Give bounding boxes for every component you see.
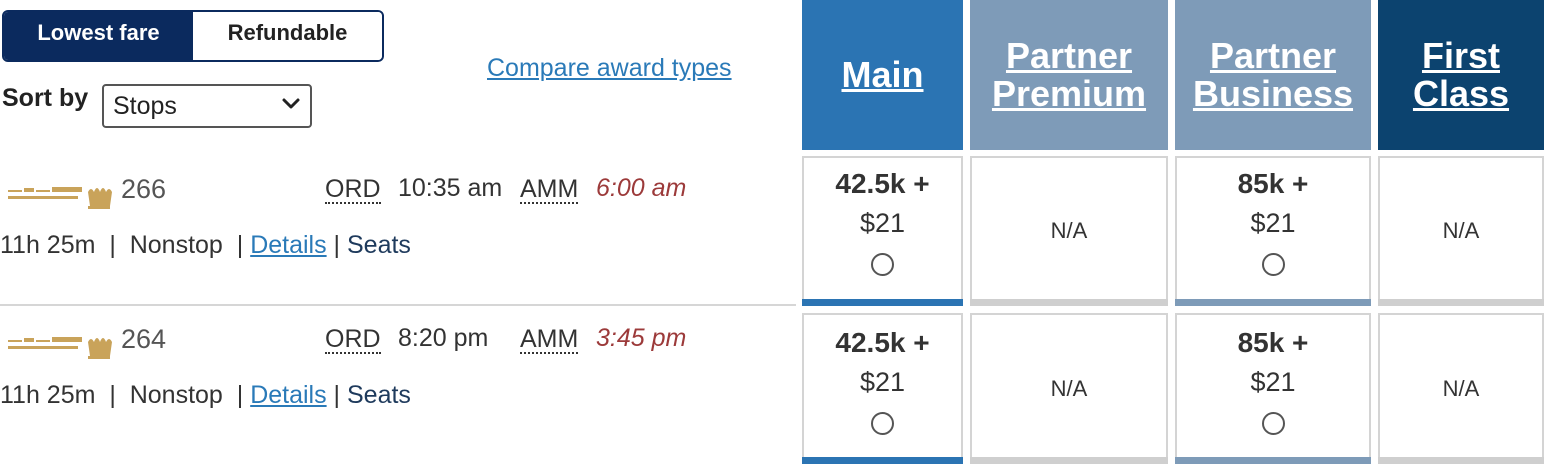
royal-jordanian-logo (8, 337, 112, 359)
fare-miles: 85k + (1237, 327, 1309, 358)
column-header-label-line2: Premium (991, 73, 1147, 114)
details-link[interactable]: Details (250, 381, 326, 409)
departure-time: 10:35 am (398, 174, 503, 202)
fare-cell-main[interactable]: 42.5k + $21 (802, 156, 963, 306)
fare-radio-button[interactable] (1261, 253, 1285, 276)
fare-tax: $21 (859, 208, 906, 238)
fare-tax: $21 (1250, 367, 1296, 397)
column-header-partner-business[interactable]: Partner Business (1175, 0, 1371, 150)
details-link[interactable]: Details (250, 231, 326, 259)
flight-number: 266 (121, 174, 167, 204)
compare-award-types-link[interactable]: Compare award types (487, 54, 732, 83)
flight-duration: 11h 25m (0, 231, 96, 259)
seats-link[interactable]: Seats (347, 231, 411, 259)
column-header-label-line2: Business (1192, 73, 1354, 114)
flight-stops: Nonstop (129, 231, 223, 259)
destination-airport[interactable]: AMM (520, 176, 579, 204)
fare-cell-accent-bar (802, 457, 963, 464)
lowest-fare-option[interactable]: Lowest fare (4, 12, 193, 60)
row-divider (0, 304, 796, 306)
fare-cell-accent-bar (1378, 299, 1544, 306)
fare-cell-accent-bar (970, 457, 1168, 464)
fare-cell-partner-premium: N/A (970, 313, 1168, 464)
fare-cell-first-class: N/A (1378, 156, 1544, 306)
sort-by-label: Sort by (2, 84, 89, 112)
column-header-first-class[interactable]: First Class (1378, 0, 1544, 150)
flight-info-line: 11h 25m | Nonstop | Details | Seats (0, 231, 411, 259)
fare-radio-button[interactable] (1261, 412, 1285, 435)
royal-jordanian-logo (8, 187, 112, 209)
column-header-label-line1: Partner (1209, 35, 1337, 76)
destination-airport[interactable]: AMM (520, 326, 579, 354)
fare-radio-button[interactable] (871, 253, 894, 276)
fare-miles: 42.5k + (835, 168, 930, 199)
fare-cell-accent-bar (970, 299, 1168, 306)
arrival-time: 3:45 pm (596, 324, 687, 352)
seats-link[interactable]: Seats (347, 381, 411, 409)
fare-tax: $21 (1250, 208, 1296, 238)
departure-time: 8:20 pm (398, 324, 489, 352)
sort-select[interactable]: Stops (102, 84, 312, 128)
origin-airport[interactable]: ORD (325, 326, 381, 354)
chevron-down-icon (282, 98, 300, 109)
fare-unavailable: N/A (1442, 375, 1480, 401)
column-header-label-line1: First (1421, 35, 1500, 76)
column-header-partner-premium[interactable]: Partner Premium (970, 0, 1168, 150)
fare-cell-main[interactable]: 42.5k + $21 (802, 313, 963, 464)
fare-miles: 42.5k + (835, 327, 930, 358)
fare-cell-first-class: N/A (1378, 313, 1544, 464)
column-header-main[interactable]: Main (802, 0, 963, 150)
column-header-label-line2: Class (1412, 73, 1510, 114)
flight-number: 264 (121, 324, 167, 354)
fare-radio-button[interactable] (871, 412, 894, 435)
fare-cell-accent-bar (802, 299, 963, 306)
origin-airport[interactable]: ORD (325, 176, 381, 204)
fare-type-toggle: Lowest fare Refundable (2, 10, 384, 62)
fare-cell-partner-business[interactable]: 85k + $21 (1175, 313, 1371, 464)
refundable-option[interactable]: Refundable (193, 12, 382, 60)
column-header-main-label: Main (841, 54, 924, 95)
fare-cell-partner-premium: N/A (970, 156, 1168, 306)
column-header-label-line1: Partner (1005, 35, 1133, 76)
fare-miles: 85k + (1237, 168, 1309, 199)
fare-unavailable: N/A (1050, 218, 1088, 243)
sort-select-value: Stops (113, 91, 177, 120)
fare-cell-accent-bar (1175, 299, 1371, 306)
flight-info-line: 11h 25m | Nonstop | Details | Seats (0, 381, 411, 409)
flight-stops: Nonstop (129, 381, 223, 409)
arrival-time: 6:00 am (596, 174, 687, 202)
fare-cell-partner-business[interactable]: 85k + $21 (1175, 156, 1371, 306)
fare-unavailable: N/A (1050, 375, 1088, 401)
fare-cell-accent-bar (1175, 457, 1371, 464)
fare-unavailable: N/A (1442, 218, 1480, 243)
fare-tax: $21 (859, 367, 906, 397)
flight-duration: 11h 25m (0, 381, 96, 409)
fare-cell-accent-bar (1378, 457, 1544, 464)
